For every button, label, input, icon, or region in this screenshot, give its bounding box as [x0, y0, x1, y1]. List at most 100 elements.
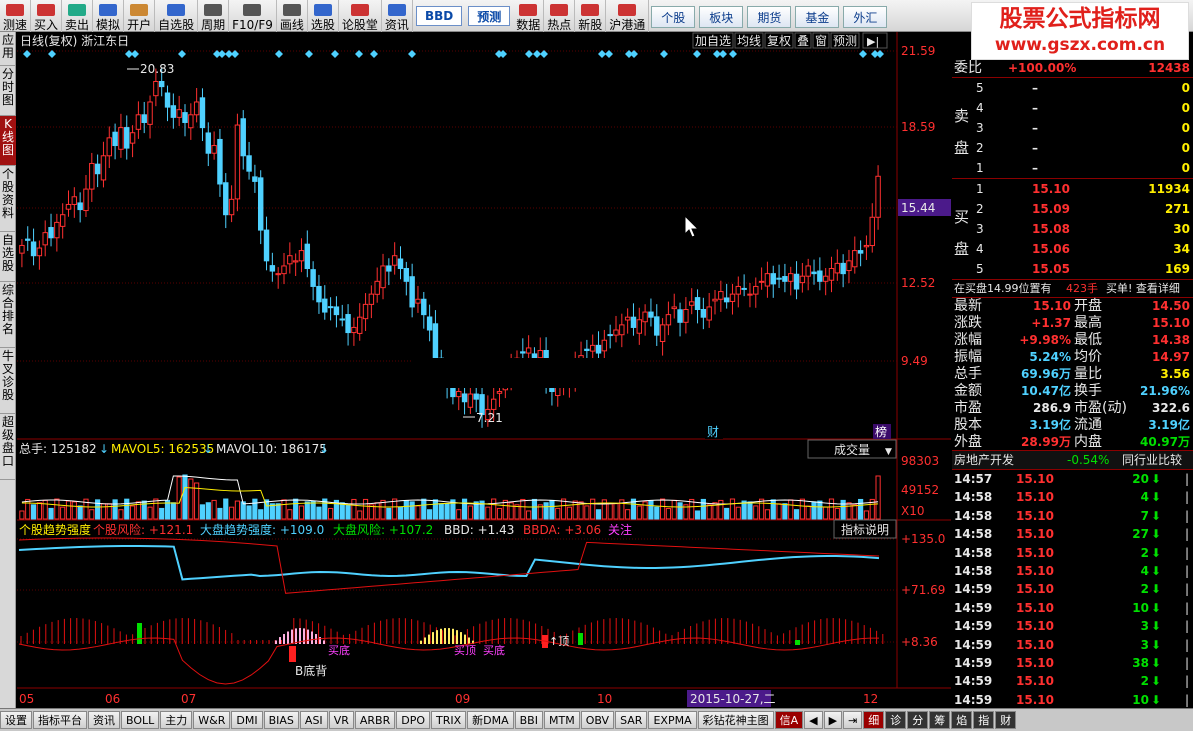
xaxis-label-3: 07: [181, 692, 196, 706]
kline-chart-svg[interactable]: 日线(复权) 浙江东日 加自选 均线 复权叠窗预测 ▶| 21.59 18.59 15…: [17, 32, 951, 708]
toolbar-button2-1[interactable]: 热点: [544, 0, 576, 32]
bottom-tab-7[interactable]: BIAS: [263, 711, 299, 729]
sector-row[interactable]: 房地产开发 -0.54% 同行业比较: [952, 450, 1193, 469]
bottom-tab-15[interactable]: MTM: [543, 711, 580, 729]
bottom-tab-5[interactable]: W&R: [193, 711, 231, 729]
bottom-tab-20[interactable]: 信A: [774, 711, 804, 729]
toolbar-button-3[interactable]: 模拟: [93, 0, 125, 32]
toolbar-button-11[interactable]: 资讯: [382, 0, 413, 32]
toolbar-box-1[interactable]: 预测: [468, 6, 511, 26]
logo-title: 股票公式指标网: [999, 6, 1161, 32]
bottom-nav-icon-0[interactable]: ◀: [804, 711, 823, 729]
toolbar-tab-0[interactable]: 个股: [651, 6, 696, 28]
toolbar-tab-1[interactable]: 板块: [699, 6, 744, 28]
bottom-tab-16[interactable]: OBV: [580, 711, 615, 729]
bottom-tab-19[interactable]: 彩钻花神主图: [697, 711, 774, 729]
marker-cai[interactable]: 财: [707, 425, 719, 439]
bottom-right-tab-4[interactable]: 焰: [951, 711, 973, 729]
bottom-tab-4[interactable]: 主力: [160, 711, 193, 729]
toolbar-icon-7: [243, 4, 262, 16]
bottom-right-tab-6[interactable]: 财: [995, 711, 1017, 729]
toolbar-button2-2[interactable]: 新股: [575, 0, 607, 32]
bottom-tab-3[interactable]: BOLL: [121, 711, 160, 729]
stat-label: 涨跌: [954, 315, 982, 331]
candle-body: [753, 285, 759, 295]
toolbar-button-0[interactable]: 测速: [0, 0, 32, 32]
toolbar-tab-4[interactable]: 外汇: [843, 6, 888, 28]
candle-body: [124, 127, 130, 149]
sidebar-item-0[interactable]: 应用: [0, 32, 16, 66]
candle-body: [788, 273, 794, 282]
big-order-notice[interactable]: 在买盘14.99位置有 423手 买单! 查看详细: [952, 279, 1193, 297]
toolbar-button-8[interactable]: 画线: [277, 0, 308, 32]
bottom-right-tab-2[interactable]: 分: [907, 711, 929, 729]
bottom-right-tab-0[interactable]: 细: [863, 711, 885, 729]
sell-level-4[interactable]: 1 – 0: [952, 158, 1193, 178]
sidebar-item-1[interactable]: 分时图: [0, 66, 16, 116]
volume-bar: [706, 504, 712, 520]
buy-level-price: 15.09: [1032, 202, 1070, 216]
sector-compare[interactable]: 同行业比较: [1122, 451, 1182, 470]
sidebar-item-4[interactable]: 自选股: [0, 232, 16, 282]
chart-blank-region: [412, 358, 632, 388]
toolbar-button-10[interactable]: 论股堂: [339, 0, 382, 32]
bottom-right-tab-3[interactable]: 筹: [929, 711, 951, 729]
toolbar-button-2[interactable]: 卖出: [62, 0, 94, 32]
toolbar-button-7[interactable]: F10/F9: [229, 0, 277, 32]
volume-bar: [531, 498, 538, 520]
toolbar-button2-0[interactable]: 数据: [513, 0, 545, 32]
sidebar-item-2[interactable]: K线图: [0, 116, 16, 166]
bottom-tab-0[interactable]: 设置: [0, 711, 32, 729]
toolbar-button2-3[interactable]: 沪港通: [606, 0, 650, 32]
candle-body: [351, 326, 357, 334]
bottom-right-tab-5[interactable]: 指: [973, 711, 995, 729]
toolbar-tab-3[interactable]: 基金: [795, 6, 840, 28]
bottom-tab-14[interactable]: BBI: [514, 711, 543, 729]
bottom-tab-6[interactable]: DMI: [231, 711, 263, 729]
sidebar-item-7[interactable]: 超级盘口: [0, 414, 16, 480]
buy-level-1[interactable]: 2 15.09 271: [952, 199, 1193, 219]
bottom-tab-10[interactable]: ARBR: [354, 711, 396, 729]
bottom-tab-9[interactable]: VR: [328, 711, 354, 729]
candle-body: [147, 101, 153, 125]
bottom-tab-2[interactable]: 资讯: [88, 711, 120, 729]
volume-bar: [456, 509, 462, 520]
bottom-tab-1[interactable]: 指标平台: [33, 711, 87, 729]
sidebar-item-5[interactable]: 综合排名: [0, 282, 16, 348]
toolbar-box-0[interactable]: BBD: [415, 6, 463, 26]
buy-level-2[interactable]: 3 15.08 30: [952, 219, 1193, 239]
toolbar-button-5[interactable]: 自选股: [155, 0, 199, 32]
bottom-tab-11[interactable]: DPO: [396, 711, 430, 729]
sell-level-2[interactable]: 3 – 0: [952, 118, 1193, 138]
toolbar-button-9[interactable]: 选股: [308, 0, 339, 32]
bottom-tab-13[interactable]: 新DMA: [467, 711, 514, 729]
toolbar-button-1[interactable]: 买入: [31, 0, 63, 32]
bottom-tab-12[interactable]: TRIX: [430, 711, 467, 729]
bottom-nav-icon-1[interactable]: ▶: [823, 711, 843, 729]
buy-level-0[interactable]: 1 15.10 11934: [952, 179, 1193, 199]
sell-level-1[interactable]: 4 – 0: [952, 98, 1193, 118]
buy-level-4[interactable]: 5 15.05 169: [952, 259, 1193, 279]
candle-body: [316, 285, 322, 303]
volume-bar: [397, 506, 404, 520]
chart-button-label-3: 叠: [797, 34, 809, 48]
toolbar-tab-2[interactable]: 期货: [747, 6, 792, 28]
bottom-nav-icon-2[interactable]: ⇥: [843, 711, 863, 729]
toolbar-button-6[interactable]: 周期: [198, 0, 230, 32]
marker-bang[interactable]: 榜: [875, 424, 887, 439]
candle-body: [129, 132, 136, 144]
volume-dropdown-label: 成交量: [834, 442, 870, 457]
candle-body: [683, 309, 689, 323]
notice-action[interactable]: 买单! 查看详细: [1106, 280, 1180, 298]
toolbar-button-4[interactable]: 开户: [124, 0, 156, 32]
sell-level-3[interactable]: 2 – 0: [952, 138, 1193, 158]
sell-level-0[interactable]: 5 – 0: [952, 78, 1193, 98]
bottom-tab-17[interactable]: SAR: [615, 711, 648, 729]
sidebar-item-3[interactable]: 个股资料: [0, 166, 16, 232]
sell-level-index: 2: [976, 141, 984, 155]
sidebar-item-6[interactable]: 牛叉诊股: [0, 348, 16, 414]
bottom-tab-8[interactable]: ASI: [299, 711, 328, 729]
buy-level-3[interactable]: 4 15.06 34: [952, 239, 1193, 259]
bottom-right-tab-1[interactable]: 诊: [885, 711, 907, 729]
bottom-tab-18[interactable]: EXPMA: [648, 711, 697, 729]
